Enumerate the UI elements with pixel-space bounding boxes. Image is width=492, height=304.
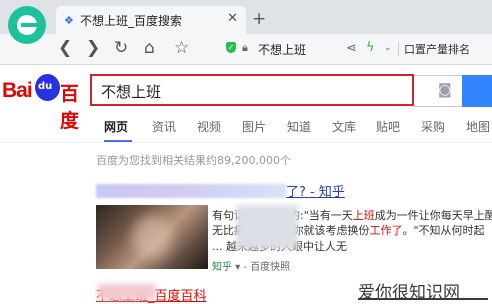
side-search-input[interactable]: 口置产量排名 — [404, 41, 492, 58]
tab-news[interactable]: 资讯 — [152, 118, 176, 135]
blurred-snippet-region — [236, 205, 298, 249]
tab-wenku[interactable]: 文库 — [332, 118, 356, 135]
tab-images[interactable]: 图片 — [242, 118, 266, 135]
search-input-extension[interactable]: ◙ — [414, 75, 492, 107]
blurred-title-region — [98, 284, 156, 300]
logo-bai-text: Bai — [2, 79, 33, 102]
chevron-down-icon[interactable]: ⌄ — [384, 43, 392, 53]
result-count: 百度为您找到相关结果约89,200,000个 — [96, 154, 291, 167]
tab-tieba[interactable]: 贴吧 — [376, 118, 400, 135]
forward-icon[interactable]: ❯ — [86, 38, 100, 58]
browser-tab[interactable]: ❖ 不想上班_百度搜索 ✕ — [56, 6, 246, 34]
tab-title: 不想上班_百度搜索 — [80, 14, 183, 28]
result-thumbnail[interactable] — [96, 205, 208, 269]
search-query-text[interactable]: 不想上班 — [101, 81, 161, 102]
security-shield-icon: ✓ — [226, 42, 236, 53]
search-input[interactable]: 不想上班 — [90, 74, 414, 106]
search-button[interactable] — [462, 75, 492, 107]
watermark-underline — [358, 298, 488, 300]
tab-close-icon[interactable]: ✕ — [227, 11, 238, 26]
baidu-paw-icon: ❖ — [64, 14, 74, 27]
reload-icon[interactable]: ↻ — [114, 38, 128, 58]
lock-icon: 🔒︎ — [242, 41, 248, 54]
browser-navbar: ❮ ❯ ↻ ⌂ ☆ ✓ 🔒︎ 不想上班 ⋖ ϟ ⌄ 口置产量排名 — [0, 34, 492, 65]
tab-caigou[interactable]: 采购 — [421, 118, 445, 135]
share-icon[interactable]: ⋖ — [346, 41, 357, 56]
result-title-tail[interactable]: 了? - 知乎 — [286, 185, 345, 200]
back-icon[interactable]: ❮ — [58, 38, 72, 58]
favorite-star-icon[interactable]: ☆ — [174, 38, 189, 58]
search-tabs: 网页 资讯 视频 图片 知道 文库 贴吧 采购 地图 — [0, 112, 492, 143]
baidu-paw-logo-icon: du — [35, 74, 60, 101]
address-text[interactable]: 不想上班 — [258, 41, 306, 58]
browser-logo-icon[interactable] — [8, 6, 46, 44]
logo-du-text: du — [38, 81, 53, 92]
result-title-link[interactable]: 了? - 知乎 — [96, 181, 345, 200]
source-site-link[interactable]: 知乎 — [212, 262, 232, 273]
tab-zhidao[interactable]: 知道 — [287, 118, 311, 135]
speed-mode-icon[interactable]: ϟ — [366, 40, 375, 55]
home-icon[interactable]: ⌂ — [144, 38, 155, 58]
tab-map[interactable]: 地图 — [466, 118, 490, 135]
tab-video[interactable]: 视频 — [197, 118, 221, 135]
address-bar[interactable]: ✓ 🔒︎ 不想上班 — [214, 38, 332, 60]
active-tab-indicator — [104, 140, 132, 142]
new-tab-button[interactable]: + — [252, 9, 266, 29]
divider — [398, 42, 399, 56]
blurred-title-region — [96, 184, 286, 198]
tab-web[interactable]: 网页 — [104, 118, 128, 135]
result-source: 知乎 ▾ - 百度快照 — [212, 262, 291, 273]
camera-icon[interactable]: ◙ — [438, 82, 452, 98]
snapshot-link[interactable]: 百度快照 — [250, 262, 290, 273]
